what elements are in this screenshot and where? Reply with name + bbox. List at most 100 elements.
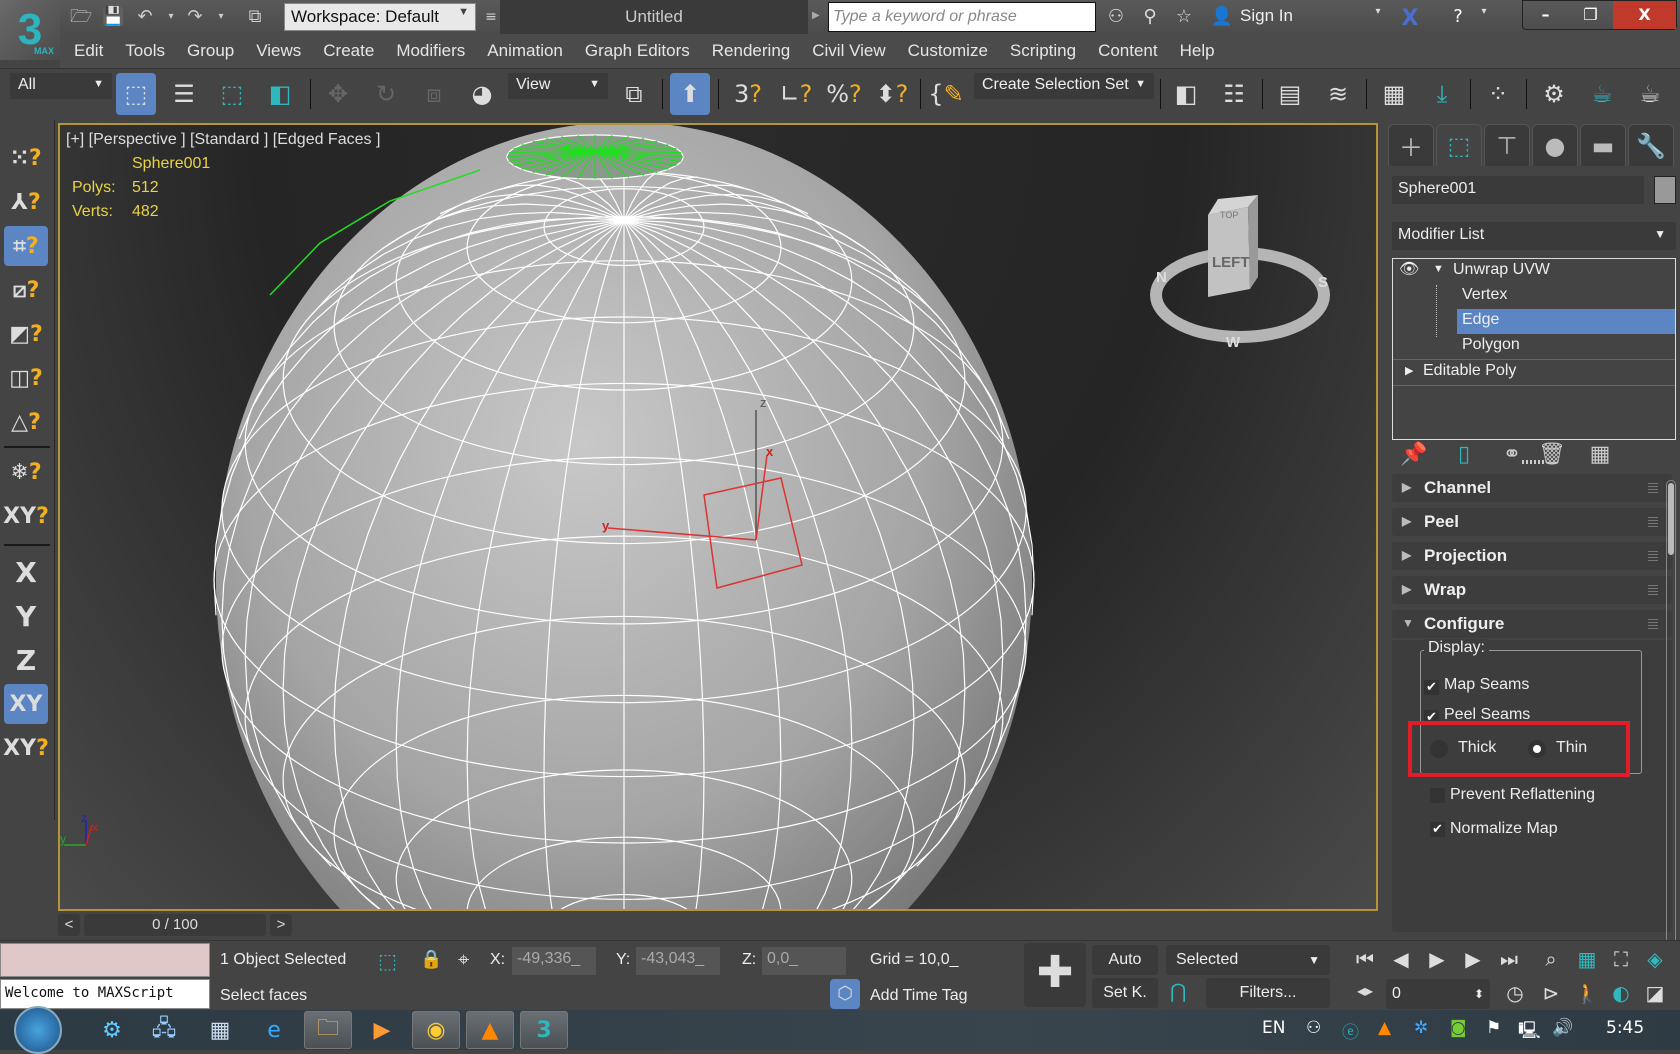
workspace-dropdown[interactable]: Workspace: Default ▼ xyxy=(284,3,476,31)
menu-help[interactable]: Help xyxy=(1180,41,1215,61)
language-indicator[interactable]: EN xyxy=(1262,1018,1285,1038)
lock-selection-icon[interactable]: 🔒 xyxy=(420,949,442,970)
select-place-button[interactable]: ◕ xyxy=(462,73,502,115)
open-icon[interactable]: 🗁 xyxy=(70,6,92,28)
remove-modifier-button[interactable]: 🗑 xyxy=(1536,438,1568,470)
snaps-toggle-button[interactable]: 3? xyxy=(728,73,768,115)
menu-views[interactable]: Views xyxy=(256,41,301,61)
constrain-z-button[interactable]: Z xyxy=(4,640,48,680)
rollout-configure[interactable]: ▼ Configure xyxy=(1392,610,1672,638)
taskbar-media-player[interactable]: ▶ xyxy=(358,1011,406,1049)
menu-tools[interactable]: Tools xyxy=(125,41,165,61)
communication-center-icon[interactable]: ⚲ xyxy=(1138,6,1162,27)
ribbon-toggle-button[interactable]: ▦ xyxy=(1374,73,1414,115)
clock[interactable]: 5:45 xyxy=(1606,1018,1644,1038)
make-unique-button[interactable]: ⚭ xyxy=(1496,438,1528,470)
pin-stack-button[interactable]: 📌 xyxy=(1398,438,1430,470)
close-button[interactable]: X xyxy=(1613,1,1676,29)
taskbar-control-panel[interactable]: ⚙ xyxy=(88,1011,136,1049)
set-key-big-button[interactable]: ✚ xyxy=(1024,943,1086,1007)
tab-display[interactable]: ▬ xyxy=(1580,124,1626,166)
tab-create[interactable]: ＋ xyxy=(1388,124,1434,166)
go-to-start-icon[interactable]: ⏮ xyxy=(1350,947,1380,971)
snap-frozen-button[interactable]: ❄? xyxy=(4,452,48,492)
app-logo-button[interactable]: 3 MAX xyxy=(0,0,60,60)
menu-edit[interactable]: Edit xyxy=(74,41,103,61)
schematic-view-button[interactable]: ⁘ xyxy=(1478,73,1518,115)
isolate-selection-icon[interactable]: ⬚ xyxy=(378,949,397,973)
perspective-viewport[interactable]: z x y y z x LEFT TOP N S W [+] [Perspect… xyxy=(58,123,1378,911)
modifier-list-dropdown[interactable]: Modifier List ▼ xyxy=(1392,222,1676,250)
go-to-end-icon[interactable]: ⏭ xyxy=(1494,947,1524,971)
stack-item-unwrap-uvw[interactable]: 👁 ▼ Unwrap UVW xyxy=(1393,259,1675,284)
scene-explorer-button[interactable]: ▤ xyxy=(1270,73,1310,115)
expand-triangle-icon[interactable]: ▼ xyxy=(1433,263,1444,275)
set-key-button[interactable]: Set K. xyxy=(1092,978,1158,1008)
viewcube[interactable]: LEFT TOP N S W xyxy=(1150,195,1330,351)
reference-coordinate-dropdown[interactable]: View ▼ xyxy=(508,73,608,99)
menu-scripting[interactable]: Scripting xyxy=(1010,41,1076,61)
scrollbar-thumb[interactable] xyxy=(1668,483,1674,555)
maxscript-mini-listener[interactable]: Welcome to MAXScript xyxy=(0,979,210,1009)
zoom-extents-all-icon[interactable]: ◈ xyxy=(1640,947,1670,971)
zoom-all-icon[interactable]: ▦ xyxy=(1572,947,1602,971)
taskbar-internet-explorer[interactable]: e xyxy=(250,1011,298,1049)
rendered-frame-window-button[interactable]: ☕ xyxy=(1582,73,1622,115)
menu-modifiers[interactable]: Modifiers xyxy=(396,41,465,61)
snap-face-button[interactable]: △? xyxy=(4,402,48,442)
snap-midpoint-button[interactable]: ◫? xyxy=(4,358,48,398)
absolute-mode-icon[interactable]: ⌖ xyxy=(458,947,469,971)
constrain-x-button[interactable]: X xyxy=(4,552,48,592)
menu-rendering[interactable]: Rendering xyxy=(712,41,790,61)
stack-item-vertex[interactable]: Vertex xyxy=(1393,284,1675,309)
time-slider[interactable]: 0 / 100 xyxy=(84,914,266,936)
stack-item-editable-poly[interactable]: ▶ Editable Poly xyxy=(1393,360,1675,385)
snap-vertex-button[interactable]: ⌗? xyxy=(4,226,48,266)
viewcube-left-face[interactable] xyxy=(1208,207,1250,297)
add-time-tag-button[interactable]: Add Time Tag xyxy=(870,987,968,1005)
snap-edge-button[interactable]: ⧄? xyxy=(4,270,48,310)
menu-animation[interactable]: Animation xyxy=(487,41,563,61)
spinner-arrows-icon[interactable]: ⬍ xyxy=(1474,979,1484,1009)
rollout-channel[interactable]: ▶ Channel xyxy=(1392,474,1672,502)
menu-graph-editors[interactable]: Graph Editors xyxy=(585,41,690,61)
tray-nvidia-icon[interactable]: ◙ xyxy=(1450,1018,1467,1038)
project-icon[interactable]: ⧉ xyxy=(244,6,266,28)
mirror-button[interactable]: ◧ xyxy=(1166,73,1206,115)
x-coordinate-field[interactable]: -49,336_ xyxy=(512,947,596,975)
save-icon[interactable]: 💾 xyxy=(102,6,124,28)
y-coordinate-field[interactable]: -43,043_ xyxy=(636,947,720,975)
time-next-button[interactable]: > xyxy=(270,914,292,936)
layer-explorer-button[interactable]: ≋ xyxy=(1318,73,1358,115)
show-end-result-button[interactable]: ▯ xyxy=(1448,438,1480,470)
tab-motion[interactable]: ● xyxy=(1532,124,1578,166)
tray-volume-icon[interactable]: 🔊 xyxy=(1552,1018,1573,1038)
eye-icon[interactable]: 👁 xyxy=(1399,259,1419,279)
customize-qa-icon[interactable]: ≡ xyxy=(480,6,502,28)
tray-network-graph-icon[interactable]: ✲ xyxy=(1414,1018,1428,1038)
rollout-peel[interactable]: ▶ Peel xyxy=(1392,508,1672,536)
walk-through-icon[interactable]: 🚶 xyxy=(1572,981,1602,1005)
stack-item-edge[interactable]: Edge xyxy=(1457,309,1675,334)
menu-content[interactable]: Content xyxy=(1098,41,1158,61)
snap-axis-xy-button[interactable]: XY? xyxy=(3,728,49,768)
binoculars-icon[interactable]: ⚇ xyxy=(1104,6,1128,27)
restore-button[interactable]: ❐ xyxy=(1568,1,1613,29)
curve-editor-button[interactable]: ⤓ xyxy=(1422,73,1462,115)
prevent-reflattening-checkbox[interactable] xyxy=(1430,788,1445,803)
sign-in-button[interactable]: Sign In xyxy=(1240,6,1293,26)
tab-modify[interactable]: ⬚ xyxy=(1436,124,1482,166)
key-filter-dropdown[interactable]: Selected ▼ xyxy=(1166,945,1330,975)
menu-create[interactable]: Create xyxy=(323,41,374,61)
render-production-button[interactable]: ☕ xyxy=(1630,73,1670,115)
snap-endpoint-button[interactable]: ◩? xyxy=(4,314,48,354)
redo-icon[interactable]: ↷ xyxy=(184,6,206,28)
constrain-y-button[interactable]: Y xyxy=(4,596,48,636)
select-move-button[interactable]: ✥ xyxy=(318,73,358,115)
maximize-viewport-icon[interactable]: ◪ xyxy=(1640,981,1670,1005)
configure-modifier-sets-button[interactable]: ▦ xyxy=(1584,438,1616,470)
key-filters-button[interactable]: Filters... xyxy=(1206,978,1330,1008)
snap-axis-constraint-button[interactable]: XY? xyxy=(3,496,49,536)
stack-item-polygon[interactable]: Polygon xyxy=(1393,334,1675,359)
rollout-projection[interactable]: ▶ Projection xyxy=(1392,542,1672,570)
